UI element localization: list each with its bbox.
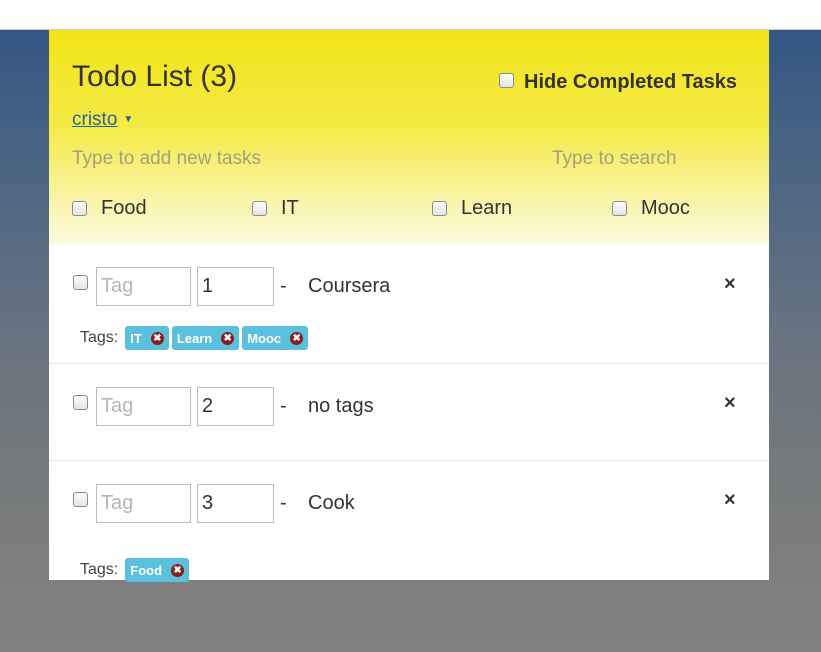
tag-badge-label: Learn bbox=[176, 330, 213, 346]
task-number-input[interactable] bbox=[197, 484, 274, 523]
task-number-input[interactable] bbox=[197, 267, 274, 306]
tag-filter-mooc[interactable]: Mooc bbox=[612, 197, 690, 220]
task-tag-input[interactable] bbox=[96, 484, 191, 523]
tag-filter-it[interactable]: IT bbox=[252, 197, 299, 220]
caret-down-icon[interactable]: ▼ bbox=[123, 114, 133, 125]
task-text: no tags bbox=[308, 395, 374, 417]
remove-circle-icon[interactable]: ✖ bbox=[221, 331, 235, 345]
task-text: Coursera bbox=[308, 275, 391, 297]
close-icon[interactable]: × bbox=[724, 392, 736, 415]
tag-filter-learn[interactable]: Learn bbox=[432, 197, 512, 220]
task-text: Cook bbox=[308, 492, 355, 514]
tag-badge: Mooc ✖ bbox=[242, 326, 309, 350]
tag-badge: Learn ✖ bbox=[171, 326, 240, 350]
tag-badge-label: Food bbox=[130, 562, 163, 578]
todo-panel: Todo List (3) Hide Completed Tasks crist… bbox=[49, 30, 769, 582]
tag-filter-checkbox[interactable] bbox=[432, 201, 447, 216]
tag-filter-label: Mooc bbox=[641, 197, 690, 219]
browser-top-bar bbox=[0, 0, 821, 30]
remove-circle-icon[interactable]: ✖ bbox=[171, 563, 185, 577]
page-title: Todo List (3) bbox=[72, 60, 238, 93]
hide-completed-toggle[interactable]: Hide Completed Tasks bbox=[499, 67, 737, 94]
task-number-input[interactable] bbox=[197, 387, 274, 426]
close-icon[interactable]: × bbox=[724, 273, 736, 296]
tags-label: Tags: bbox=[80, 561, 119, 578]
task-tag-input[interactable] bbox=[96, 267, 191, 306]
tags-label: Tags: bbox=[80, 329, 119, 346]
task-tag-input[interactable] bbox=[96, 387, 191, 426]
remove-circle-icon[interactable]: ✖ bbox=[150, 331, 164, 345]
todo-header: Todo List (3) Hide Completed Tasks crist… bbox=[49, 30, 769, 244]
hide-completed-checkbox[interactable] bbox=[499, 73, 514, 88]
task-item: - Coursera × Tags: IT ✖ Learn ✖ Mooc ✖ bbox=[49, 244, 769, 364]
tag-badge-label: IT bbox=[130, 330, 142, 346]
tag-filter-label: Food bbox=[101, 197, 147, 219]
remove-circle-icon[interactable]: ✖ bbox=[290, 331, 304, 345]
tag-filter-checkbox[interactable] bbox=[252, 201, 267, 216]
tag-filter-label: Learn bbox=[461, 197, 513, 219]
tag-filter-label: IT bbox=[281, 197, 299, 219]
tag-badge: Food ✖ bbox=[125, 558, 190, 582]
hide-completed-label: Hide Completed Tasks bbox=[524, 71, 738, 93]
tag-badge-label: Mooc bbox=[247, 330, 282, 346]
close-icon[interactable]: × bbox=[724, 489, 736, 512]
task-complete-checkbox[interactable] bbox=[73, 275, 88, 290]
task-item: - Cook × Tags: Food ✖ bbox=[49, 461, 769, 582]
tag-badge: IT ✖ bbox=[125, 326, 169, 350]
user-name[interactable]: cristo bbox=[72, 109, 117, 130]
task-separator: - bbox=[280, 395, 287, 417]
task-tags: Tags: IT ✖ Learn ✖ Mooc ✖ bbox=[80, 326, 311, 350]
tag-filter-checkbox[interactable] bbox=[612, 201, 627, 216]
tag-filter-food[interactable]: Food bbox=[72, 197, 147, 220]
task-complete-checkbox[interactable] bbox=[73, 492, 88, 507]
task-tags: Tags: Food ✖ bbox=[80, 558, 192, 582]
new-task-input[interactable] bbox=[72, 146, 472, 172]
task-item: - no tags × bbox=[49, 364, 769, 461]
user-menu[interactable]: cristo ▼ bbox=[72, 109, 133, 131]
task-separator: - bbox=[280, 492, 287, 514]
tag-filter-checkbox[interactable] bbox=[72, 201, 87, 216]
task-separator: - bbox=[280, 275, 287, 297]
task-complete-checkbox[interactable] bbox=[73, 395, 88, 410]
search-input[interactable] bbox=[552, 146, 752, 172]
